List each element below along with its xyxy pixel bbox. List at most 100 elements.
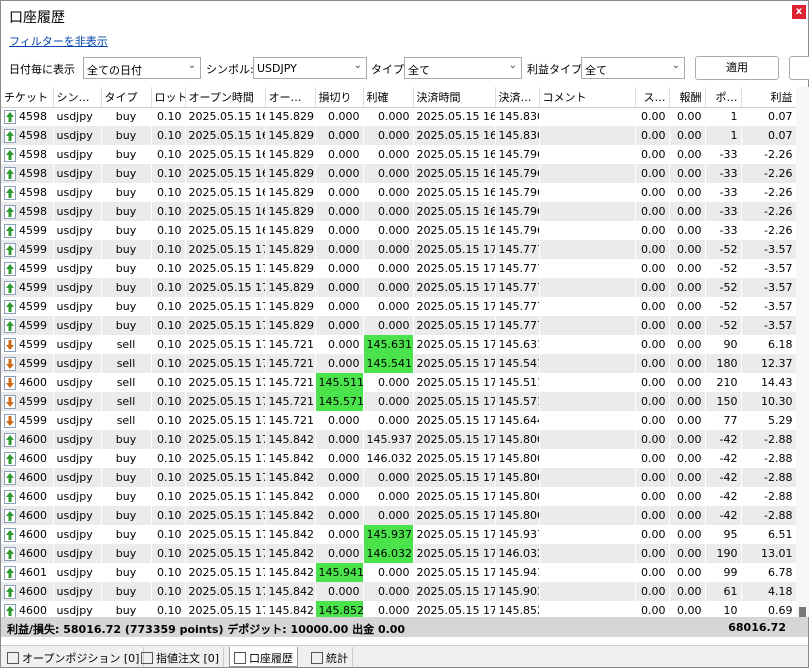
table-row[interactable]: 4600 usdjpybuy0.102025.05.15 17:20145.842… bbox=[1, 487, 796, 506]
table-row[interactable]: 4600 usdjpysell0.102025.05.15 17:06145.72… bbox=[1, 373, 796, 392]
table-row[interactable]: 4599 usdjpysell0.102025.05.15 17:06145.72… bbox=[1, 411, 796, 430]
cell-tp: 0.000 bbox=[363, 126, 414, 145]
cell-close-price: 145.800 bbox=[495, 506, 540, 525]
table-row[interactable]: 4598 usdjpybuy0.102025.05.15 16:55145.829… bbox=[1, 145, 796, 164]
cell-tp: 145.541 bbox=[363, 354, 414, 373]
extra-button[interactable] bbox=[789, 56, 809, 80]
column-header[interactable]: 決済時間 bbox=[413, 87, 496, 108]
table-row[interactable]: 4598 usdjpybuy0.102025.05.15 16:55145.829… bbox=[1, 183, 796, 202]
buy-arrow-icon bbox=[4, 147, 16, 162]
column-header[interactable]: 決済… bbox=[495, 87, 540, 108]
table-row[interactable]: 4600 usdjpybuy0.102025.05.15 17:20145.842… bbox=[1, 430, 796, 449]
cell-profit: -2.88 bbox=[741, 506, 796, 525]
cell-open-price: 145.829 bbox=[265, 316, 316, 335]
cell-fee: 0.00 bbox=[669, 392, 706, 411]
table-row[interactable]: 4598 usdjpybuy0.102025.05.15 16:55145.829… bbox=[1, 164, 796, 183]
table-row[interactable]: 4599 usdjpybuy0.102025.05.15 17:01145.829… bbox=[1, 316, 796, 335]
cell-symbol: usdjpy bbox=[53, 297, 102, 316]
cell-sl: 0.000 bbox=[315, 259, 364, 278]
history-table-container: チケット シン… タイプ ロット オープン時間 オー… 損切り 利確 決済時間 決済… コメント ス…… bbox=[1, 87, 796, 617]
column-header[interactable]: ス… bbox=[635, 87, 670, 108]
cell-open-time: 2025.05.15 17:01 bbox=[185, 278, 266, 297]
buy-arrow-icon bbox=[4, 128, 16, 143]
table-row[interactable]: 4599 usdjpysell0.102025.05.15 17:06145.72… bbox=[1, 335, 796, 354]
column-header[interactable]: 報酬 bbox=[669, 87, 706, 108]
table-row[interactable]: 4600 usdjpybuy0.102025.05.15 17:20145.842… bbox=[1, 449, 796, 468]
table-row[interactable]: 4600 usdjpybuy0.102025.05.15 17:20145.842… bbox=[1, 468, 796, 487]
table-row[interactable]: 4600 usdjpybuy0.102025.05.15 17:30145.842… bbox=[1, 582, 796, 601]
profit-type-filter-select[interactable]: 全て ⌄ bbox=[581, 57, 685, 79]
close-button[interactable]: x bbox=[792, 5, 806, 19]
cell-comment bbox=[539, 525, 636, 544]
symbol-filter-select[interactable]: USDJPY ⌄ bbox=[253, 57, 367, 79]
column-header[interactable]: オー… bbox=[265, 87, 316, 108]
apply-button[interactable]: 適用 bbox=[695, 56, 779, 80]
cell-points: -33 bbox=[705, 164, 742, 183]
cell-symbol: usdjpy bbox=[53, 392, 102, 411]
cell-fee: 0.00 bbox=[669, 297, 706, 316]
cell-comment bbox=[539, 449, 636, 468]
cell-ticket: 4600 bbox=[1, 601, 54, 617]
table-row[interactable]: 4598 usdjpybuy0.102025.05.15 16:41145.829… bbox=[1, 126, 796, 145]
cell-points: -42 bbox=[705, 487, 742, 506]
hide-filter-link[interactable]: フィルターを非表示 bbox=[9, 33, 108, 49]
table-row[interactable]: 4600 usdjpybuy0.102025.05.15 17:30145.842… bbox=[1, 525, 796, 544]
symbol-filter-value: USDJPY bbox=[257, 62, 297, 75]
buy-arrow-icon bbox=[4, 280, 16, 295]
tab-account-history[interactable]: 口座履歴 bbox=[229, 647, 298, 667]
cell-sl: 0.000 bbox=[315, 487, 364, 506]
cell-open-time: 2025.05.15 17:06 bbox=[185, 392, 266, 411]
table-row[interactable]: 4599 usdjpybuy0.102025.05.15 16:55145.829… bbox=[1, 221, 796, 240]
cell-open-price: 145.842 bbox=[265, 582, 316, 601]
column-header[interactable]: タイプ bbox=[101, 87, 152, 108]
cell-fee: 0.00 bbox=[669, 487, 706, 506]
table-row[interactable]: 4599 usdjpybuy0.102025.05.15 17:01145.829… bbox=[1, 297, 796, 316]
cell-ticket: 4600 bbox=[1, 544, 54, 563]
table-row[interactable]: 4599 usdjpysell0.102025.05.15 17:06145.72… bbox=[1, 354, 796, 373]
cell-profit: -2.88 bbox=[741, 468, 796, 487]
column-header[interactable]: ロット bbox=[151, 87, 186, 108]
cell-points: 61 bbox=[705, 582, 742, 601]
column-header[interactable]: ポ… bbox=[705, 87, 742, 108]
cell-close-price: 145.644 bbox=[495, 411, 540, 430]
type-filter-select[interactable]: 全て ⌄ bbox=[404, 57, 522, 79]
table-row[interactable]: 4600 usdjpybuy0.102025.05.15 17:30145.842… bbox=[1, 544, 796, 563]
column-header[interactable]: 利益 bbox=[741, 87, 796, 108]
cell-close-time: 2025.05.15 17:42 bbox=[413, 544, 496, 563]
cell-swap: 0.00 bbox=[635, 145, 670, 164]
tab-pending-orders[interactable]: 指値注文 [0] bbox=[137, 647, 225, 667]
cell-symbol: usdjpy bbox=[53, 487, 102, 506]
column-header[interactable]: 損切り bbox=[315, 87, 364, 108]
table-row[interactable]: 4599 usdjpybuy0.102025.05.15 17:01145.829… bbox=[1, 278, 796, 297]
cell-lot: 0.10 bbox=[151, 563, 186, 582]
cell-fee: 0.00 bbox=[669, 221, 706, 240]
table-row[interactable]: 4598 usdjpybuy0.102025.05.15 16:41145.829… bbox=[1, 107, 796, 126]
buy-arrow-icon bbox=[4, 223, 16, 238]
cell-points: 150 bbox=[705, 392, 742, 411]
cell-sl: 0.000 bbox=[315, 164, 364, 183]
column-header[interactable]: チケット bbox=[1, 87, 54, 108]
tab-open-positions[interactable]: オープンポジション [0] bbox=[3, 647, 145, 667]
cell-tp: 0.000 bbox=[363, 392, 414, 411]
column-header[interactable]: 利確 bbox=[363, 87, 414, 108]
table-row[interactable]: 4599 usdjpybuy0.102025.05.15 17:01145.829… bbox=[1, 259, 796, 278]
table-row[interactable]: 4599 usdjpysell0.102025.05.15 17:06145.72… bbox=[1, 392, 796, 411]
table-row[interactable]: 4600 usdjpybuy0.102025.05.15 17:20145.842… bbox=[1, 506, 796, 525]
tab-label: 口座履歴 bbox=[249, 652, 293, 665]
table-row[interactable]: 4600 usdjpybuy0.102025.05.15 17:30145.842… bbox=[1, 601, 796, 617]
column-header[interactable]: オープン時間 bbox=[185, 87, 266, 108]
cell-close-time: 2025.05.15 17:10 bbox=[413, 354, 496, 373]
cell-comment bbox=[539, 107, 636, 126]
table-row[interactable]: 4601 usdjpybuy0.102025.05.15 17:30145.842… bbox=[1, 563, 796, 582]
column-header[interactable]: シン… bbox=[53, 87, 102, 108]
column-header[interactable]: コメント bbox=[539, 87, 636, 108]
cell-profit: 0.07 bbox=[741, 107, 796, 126]
vertical-scrollbar[interactable] bbox=[796, 87, 809, 617]
type-filter-label: タイプ: bbox=[371, 63, 408, 76]
table-row[interactable]: 4598 usdjpybuy0.102025.05.15 16:55145.829… bbox=[1, 202, 796, 221]
tab-statistics[interactable]: 統計 bbox=[307, 647, 353, 667]
cell-sl: 145.941 bbox=[315, 563, 364, 582]
date-filter-select[interactable]: 全ての日付 ⌄ bbox=[83, 57, 201, 79]
cell-tp: 0.000 bbox=[363, 183, 414, 202]
table-row[interactable]: 4599 usdjpybuy0.102025.05.15 17:01145.829… bbox=[1, 240, 796, 259]
